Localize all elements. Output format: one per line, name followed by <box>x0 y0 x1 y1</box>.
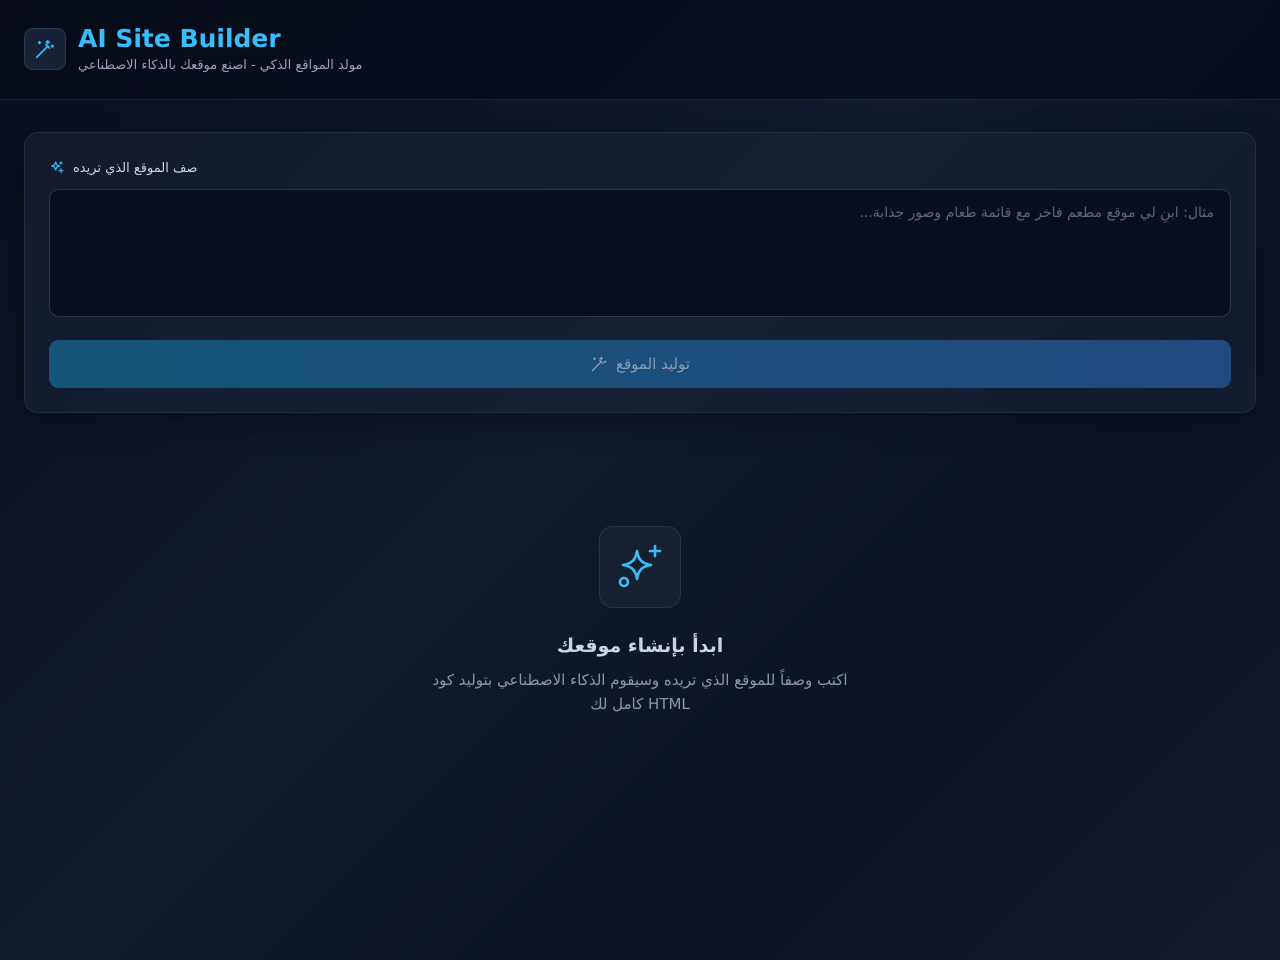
app-subtitle: مولد المواقع الذكي - اصنع موقعك بالذكاء … <box>78 58 363 73</box>
app-title: AI Site Builder <box>78 24 281 53</box>
prompt-label: صف الموقع الذي تريده <box>49 158 197 178</box>
prompt-input[interactable] <box>49 189 1231 317</box>
prompt-card: صف الموقع الذي تريده توليد الموقع <box>24 132 1256 413</box>
magic-wand-icon <box>34 38 56 60</box>
magic-wand-icon <box>590 355 608 373</box>
empty-state-description: اكتب وصفاً للموقع الذي تريده وسيقوم الذك… <box>432 671 848 713</box>
logo <box>24 28 66 70</box>
sparkles-icon <box>49 160 65 176</box>
prompt-label-text: صف الموقع الذي تريده <box>73 160 198 176</box>
empty-state-icon-box <box>599 526 681 608</box>
generate-button[interactable]: توليد الموقع <box>49 340 1231 388</box>
sparkles-icon <box>615 542 665 592</box>
empty-state-title: ابدأ بإنشاء موقعك <box>556 635 724 657</box>
app-header: AI Site Builder مولد المواقع الذكي - اصن… <box>0 0 1280 100</box>
generate-button-label: توليد الموقع <box>616 355 690 373</box>
